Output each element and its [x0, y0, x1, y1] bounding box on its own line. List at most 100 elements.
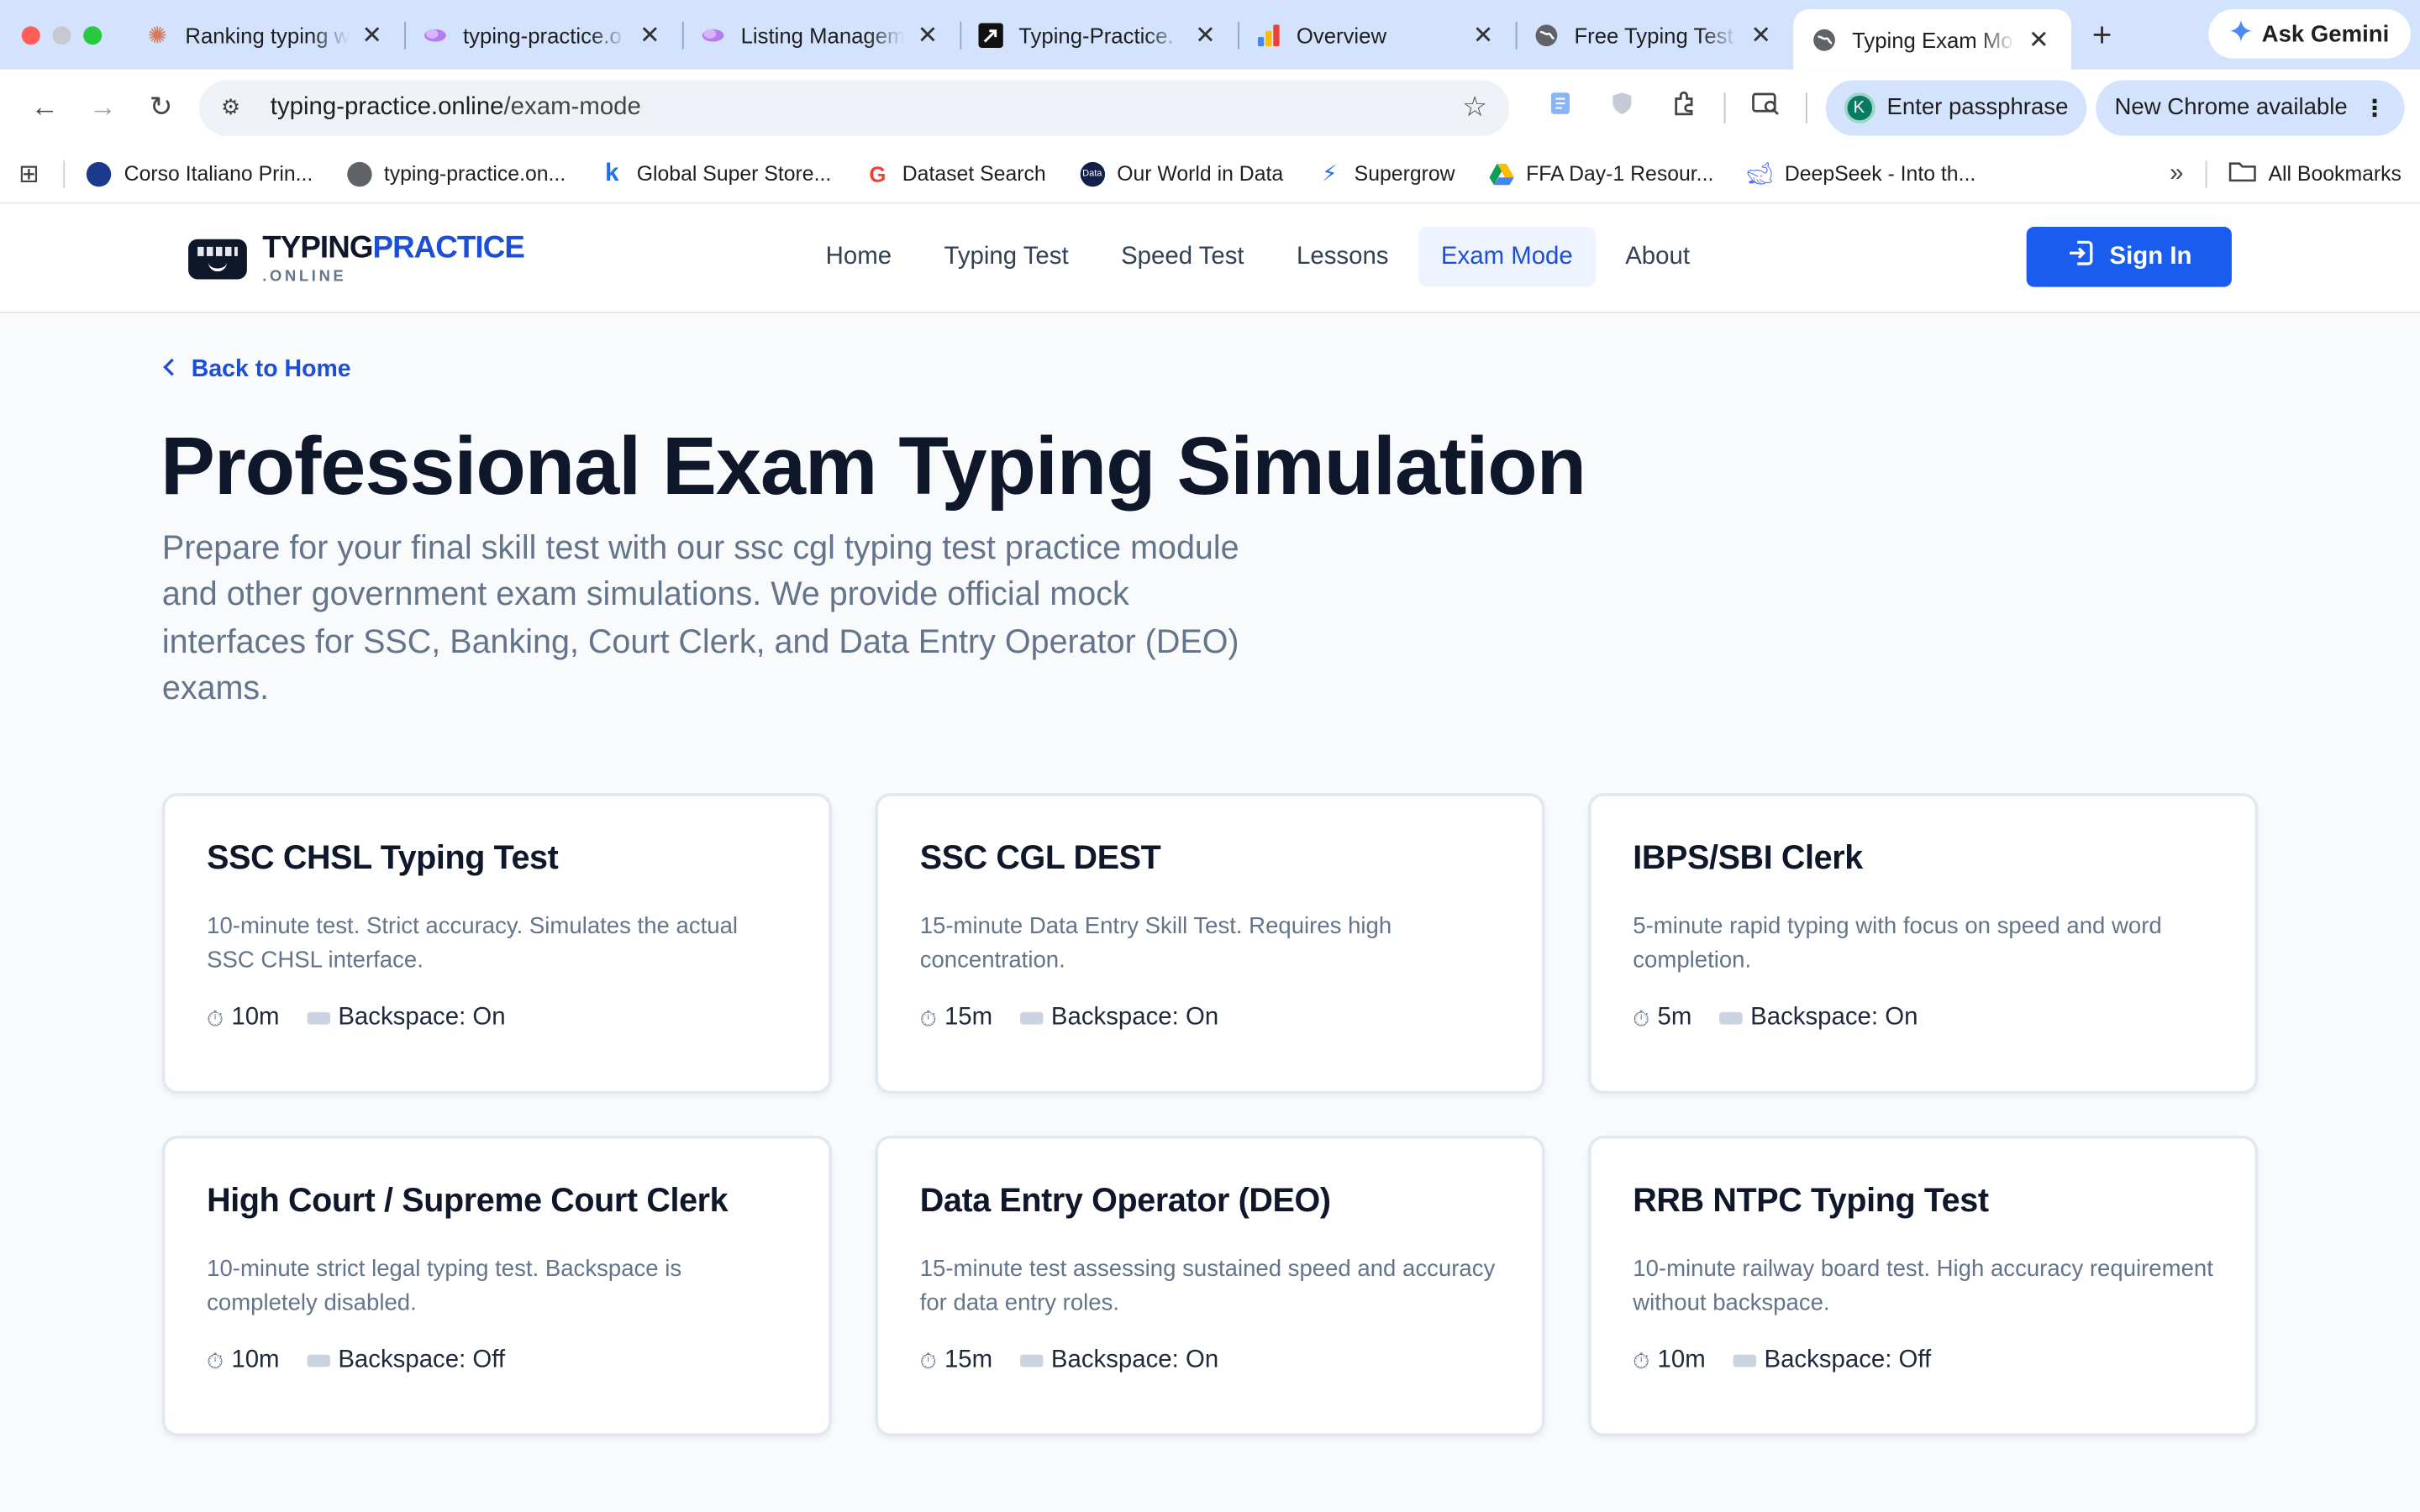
bookmark-item[interactable]: ⚡ Supergrow: [1318, 160, 1455, 186]
browser-tab[interactable]: Free Typing Test ✕: [1515, 0, 1794, 70]
analytics-icon: [1256, 23, 1281, 47]
close-tab-icon[interactable]: ✕: [1747, 19, 1775, 50]
bookmark-item[interactable]: G Dataset Search: [865, 160, 1045, 186]
bookmarks-divider: [64, 160, 66, 188]
profile-avatar: K: [1844, 92, 1875, 123]
bookmark-label: Corso Italiano Prin...: [124, 161, 313, 186]
browser-tab[interactable]: Listing Managem ✕: [681, 0, 960, 70]
exam-duration: 10m: [231, 1347, 280, 1373]
site-logo[interactable]: TYPINGPRACTICE .ONLINE: [188, 233, 525, 285]
exam-card-meta: ⏱ 15m Backspace: On: [920, 1005, 1501, 1032]
browser-tab[interactable]: ✺ Ranking typing w ✕: [127, 0, 405, 70]
globe-icon: [87, 160, 112, 186]
nav-lessons[interactable]: Lessons: [1273, 227, 1412, 287]
close-tab-icon[interactable]: ✕: [1192, 19, 1219, 50]
tab-strip: ✺ Ranking typing w ✕ typing-practice.o ✕…: [0, 0, 2420, 70]
exam-card-title: High Court / Supreme Court Clerk: [207, 1181, 729, 1220]
update-label: New Chrome available: [2114, 94, 2348, 121]
minimize-window-button[interactable]: [52, 25, 71, 45]
tab-search-icon[interactable]: [1734, 91, 1796, 123]
close-tab-icon[interactable]: ✕: [1470, 19, 1497, 50]
passphrase-button[interactable]: K Enter passphrase: [1824, 79, 2087, 135]
google-icon: G: [869, 160, 886, 186]
maximize-window-button[interactable]: [83, 25, 103, 45]
exam-card-title: RRB NTPC Typing Test: [1633, 1181, 1989, 1220]
back-to-home-link[interactable]: Back to Home: [162, 356, 351, 384]
ask-gemini-button[interactable]: Ask Gemini: [2209, 9, 2411, 59]
new-tab-button[interactable]: +: [2071, 14, 2133, 55]
all-bookmarks-label: All Bookmarks: [2268, 161, 2402, 186]
reload-icon[interactable]: ↻: [132, 91, 190, 123]
backspace-status: Backspace: Off: [338, 1347, 506, 1373]
bookmark-item[interactable]: 🐋︎ DeepSeek - Into th...: [1746, 160, 1975, 186]
exam-card-description: 10-minute strict legal typing test. Back…: [207, 1256, 682, 1316]
close-tab-icon[interactable]: ✕: [636, 19, 664, 50]
extensions-puzzle-icon[interactable]: [1653, 91, 1714, 123]
nav-about[interactable]: About: [1602, 227, 1713, 287]
exam-card-ibps-sbi-clerk[interactable]: IBPS/SBI Clerk 5-minute rapid typing wit…: [1588, 793, 2259, 1095]
nav-speed-test[interactable]: Speed Test: [1098, 227, 1268, 287]
browser-tab[interactable]: Overview ✕: [1238, 0, 1516, 70]
tab-title: Listing Managem: [740, 22, 905, 48]
close-tab-icon[interactable]: ✕: [2025, 24, 2053, 55]
exam-card-ssc-chsl[interactable]: SSC CHSL Typing Test 10-minute test. Str…: [161, 793, 833, 1095]
site-info-icon[interactable]: ⚙: [221, 94, 252, 120]
close-window-button[interactable]: [21, 25, 40, 45]
keyboard-icon: [1733, 1354, 1757, 1368]
chrome-update-button[interactable]: New Chrome available ⋮: [2096, 79, 2405, 135]
address-bar[interactable]: ⚙ typing-practice.online/exam-mode ☆: [199, 79, 1509, 135]
shield-extension-icon[interactable]: [1591, 91, 1653, 123]
nav-typing-test[interactable]: Typing Test: [921, 227, 1092, 287]
backspace-status: Backspace: On: [1750, 1004, 1918, 1031]
exam-card-rrb-ntpc[interactable]: RRB NTPC Typing Test 10-minute railway b…: [1588, 1135, 2259, 1436]
exam-card-description: 10-minute railway board test. High accur…: [1633, 1256, 2213, 1316]
close-tab-icon[interactable]: ✕: [913, 19, 941, 50]
gemini-icon: [2230, 19, 2253, 48]
site-header: TYPINGPRACTICE .ONLINE Home Typing Test …: [0, 203, 2420, 313]
bookmark-star-icon[interactable]: ☆: [1462, 91, 1487, 123]
nav-home[interactable]: Home: [802, 227, 915, 287]
exam-card-ssc-cgl-dest[interactable]: SSC CGL DEST 15-minute Data Entry Skill …: [875, 793, 1545, 1095]
apps-grid-icon[interactable]: ⊞: [18, 158, 39, 189]
backspace-status: Backspace: On: [1050, 1004, 1219, 1031]
globe-icon: [1534, 23, 1559, 47]
sign-in-button[interactable]: Sign In: [2026, 227, 2232, 287]
bookmark-label: Supergrow: [1354, 161, 1455, 186]
cursor-icon: [978, 22, 1003, 48]
bookmarks-divider: [2205, 160, 2207, 188]
browser-toolbar: ← → ↻ ⚙ typing-practice.online/exam-mode…: [0, 69, 2420, 145]
bookmark-item[interactable]: Corso Italiano Prin...: [87, 160, 313, 186]
back-arrow-icon[interactable]: ←: [15, 91, 73, 123]
exam-card-meta: ⏱ 15m Backspace: On: [920, 1347, 1501, 1374]
sign-in-label: Sign In: [2109, 243, 2192, 270]
browser-tab[interactable]: typing-practice.o ✕: [404, 0, 682, 70]
exam-card-description: 15-minute Data Entry Skill Test. Require…: [919, 913, 1392, 974]
more-bookmarks-chevron-icon[interactable]: »: [2170, 160, 2183, 187]
exam-card-title: IBPS/SBI Clerk: [1633, 839, 1863, 877]
bookmark-label: Our World in Data: [1117, 161, 1284, 186]
forward-arrow-icon[interactable]: →: [74, 91, 132, 123]
bookmark-item[interactable]: typing-practice.on...: [346, 160, 566, 186]
chevron-left-icon: [162, 356, 177, 384]
keyboard-icon: [1020, 1354, 1044, 1368]
bookmark-item[interactable]: Data Our World in Data: [1080, 160, 1284, 186]
all-bookmarks-button[interactable]: All Bookmarks: [2228, 160, 2402, 186]
browser-tab-active[interactable]: Typing Exam Mo ✕: [1793, 9, 2071, 70]
lovable-icon: [701, 23, 725, 47]
bookmark-label: typing-practice.on...: [383, 161, 566, 186]
k-icon: k: [605, 160, 619, 186]
exam-card-court-clerk[interactable]: High Court / Supreme Court Clerk 10-minu…: [161, 1135, 833, 1436]
bookmark-item[interactable]: k Global Super Store...: [600, 160, 831, 186]
globe-icon: [1812, 27, 1836, 51]
browser-tab[interactable]: Typing-Practice. ✕: [960, 0, 1238, 70]
exam-card-deo[interactable]: Data Entry Operator (DEO) 15-minute test…: [875, 1135, 1545, 1436]
window-controls: [0, 25, 127, 45]
notes-extension-icon[interactable]: [1530, 91, 1591, 123]
bookmark-item[interactable]: FFA Day-1 Resour...: [1489, 161, 1713, 186]
tab-title: typing-practice.o: [463, 22, 627, 48]
nav-exam-mode[interactable]: Exam Mode: [1418, 227, 1597, 287]
kebab-menu-icon[interactable]: ⋮: [2363, 93, 2386, 121]
close-tab-icon[interactable]: ✕: [358, 19, 386, 50]
backspace-status: Backspace: On: [1050, 1347, 1219, 1373]
toolbar-divider: [1805, 92, 1807, 123]
